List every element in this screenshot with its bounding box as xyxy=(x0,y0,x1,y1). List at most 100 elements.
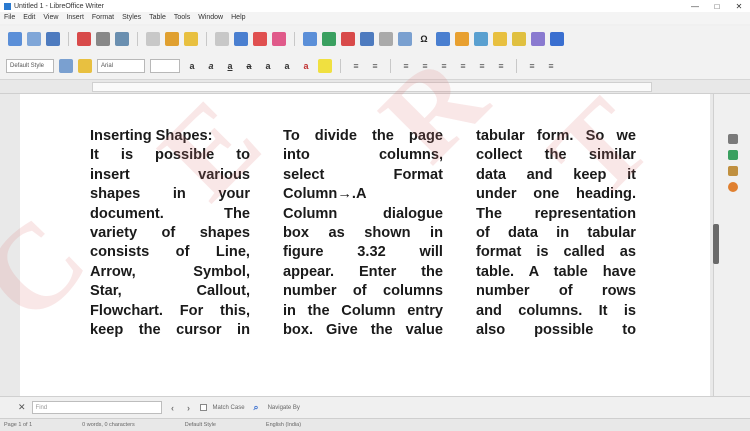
formatting-marks-icon[interactable] xyxy=(272,32,286,46)
window-title: Untitled 1 - LibreOffice Writer xyxy=(14,2,104,10)
export-pdf-icon[interactable] xyxy=(77,32,91,46)
align-right-icon[interactable]: ≡ xyxy=(437,59,451,73)
align-left-icon[interactable]: ≡ xyxy=(399,59,413,73)
styles-icon[interactable] xyxy=(728,150,738,160)
find-next-icon[interactable]: › xyxy=(184,403,194,413)
find-replace-icon[interactable]: ⌕ xyxy=(251,402,262,413)
column-line: number of rows xyxy=(476,283,636,300)
new-document-icon[interactable] xyxy=(8,32,22,46)
word-count[interactable]: 0 words, 0 characters xyxy=(82,422,135,428)
column-line: select Format xyxy=(283,166,443,183)
new-style-icon[interactable] xyxy=(78,58,92,73)
language[interactable]: English (India) xyxy=(266,422,301,428)
comment-icon[interactable] xyxy=(474,32,488,46)
toolbar-separator xyxy=(137,32,138,46)
subscript-icon[interactable]: a xyxy=(280,59,294,73)
menu-edit[interactable]: Edit xyxy=(23,12,35,24)
basic-shapes-icon[interactable] xyxy=(531,32,545,46)
column-line: document. The xyxy=(90,205,250,222)
page-style[interactable]: Default Style xyxy=(185,422,216,428)
numbered-list-icon[interactable]: ≡ xyxy=(368,59,382,73)
font-color-icon[interactable]: a xyxy=(299,59,313,73)
insert-chart-icon[interactable] xyxy=(341,32,355,46)
column-line: box as shown in xyxy=(283,225,443,242)
document-page[interactable]: Inserting Shapes: It is possible to inse… xyxy=(20,94,710,396)
highlight-icon[interactable] xyxy=(318,58,332,73)
column-line: It is possible to xyxy=(90,147,250,164)
bold-icon[interactable]: a xyxy=(185,59,199,73)
clone-formatting-icon[interactable] xyxy=(184,32,198,46)
window-controls: — □ ✕ xyxy=(684,0,750,12)
spelling-icon[interactable] xyxy=(253,32,267,46)
horizontal-ruler[interactable] xyxy=(0,80,750,94)
insert-image-icon[interactable] xyxy=(322,32,336,46)
menu-insert[interactable]: Insert xyxy=(66,12,84,24)
properties-icon[interactable] xyxy=(728,134,738,144)
find-replace-icon[interactable] xyxy=(234,32,248,46)
paragraph-icon[interactable]: ≡ xyxy=(544,59,558,73)
menu-table[interactable]: Table xyxy=(149,12,166,24)
superscript-icon[interactable]: a xyxy=(261,59,275,73)
gallery-icon[interactable] xyxy=(728,166,738,176)
track-changes-icon[interactable] xyxy=(493,32,507,46)
page-count[interactable]: Page 1 of 1 xyxy=(4,422,32,428)
maximize-button[interactable]: □ xyxy=(706,0,728,12)
insert-textbox-icon[interactable] xyxy=(360,32,374,46)
italic-icon[interactable]: a xyxy=(204,59,218,73)
text-column-3: tabular form. So we collect the similar … xyxy=(476,127,636,340)
menu-window[interactable]: Window xyxy=(198,12,223,24)
toolbar-separator xyxy=(390,58,391,73)
paragraph-style-box[interactable]: Default Style xyxy=(6,58,54,73)
hyperlink-icon[interactable] xyxy=(436,32,450,46)
menu-help[interactable]: Help xyxy=(231,12,245,24)
indent-icon[interactable]: ≡ xyxy=(494,59,508,73)
justify-icon[interactable]: ≡ xyxy=(456,59,470,73)
match-case-label: Match Case xyxy=(212,404,245,411)
toolbar-separator xyxy=(294,32,295,46)
line-spacing-icon[interactable]: ≡ xyxy=(475,59,489,73)
bullet-list-icon[interactable]: ≡ xyxy=(349,59,363,73)
align-center-icon[interactable]: ≡ xyxy=(418,59,432,73)
strikethrough-icon[interactable]: a xyxy=(242,59,256,73)
cut-icon[interactable] xyxy=(146,32,160,46)
print-preview-icon[interactable] xyxy=(115,32,129,46)
undo-icon[interactable] xyxy=(215,32,229,46)
vertical-scrollbar-thumb[interactable] xyxy=(713,224,719,264)
column-line: Inserting Shapes: xyxy=(90,128,213,144)
navigate-by-label[interactable]: Navigate By xyxy=(268,405,300,411)
menu-format[interactable]: Format xyxy=(92,12,114,24)
column-line: format is called as xyxy=(476,244,636,261)
column-line: data and keep it xyxy=(476,166,636,183)
menu-view[interactable]: View xyxy=(43,12,58,24)
column-line: Column→.A xyxy=(283,186,367,203)
close-button[interactable]: ✕ xyxy=(728,0,750,12)
underline-icon[interactable]: a xyxy=(223,59,237,73)
font-name-box[interactable]: Arial xyxy=(97,58,145,73)
draw-functions-icon[interactable] xyxy=(550,32,564,46)
open-icon[interactable] xyxy=(27,32,41,46)
navigator-icon[interactable] xyxy=(728,182,738,192)
save-icon[interactable] xyxy=(46,32,60,46)
menu-file[interactable]: File xyxy=(4,12,15,24)
font-size-box[interactable] xyxy=(150,58,180,73)
insert-page-break-icon[interactable] xyxy=(379,32,393,46)
insert-field-icon[interactable] xyxy=(398,32,412,46)
update-style-icon[interactable] xyxy=(59,58,73,73)
column-line: The representation xyxy=(476,205,636,222)
special-character-icon[interactable]: Ω xyxy=(417,32,431,46)
print-icon[interactable] xyxy=(96,32,110,46)
menu-styles[interactable]: Styles xyxy=(122,12,141,24)
footnote-icon[interactable] xyxy=(455,32,469,46)
close-find-icon[interactable]: ✕ xyxy=(18,402,26,413)
paste-icon[interactable] xyxy=(165,32,179,46)
column-line: number of columns xyxy=(283,283,443,300)
column-line: into columns, xyxy=(283,147,443,164)
outdent-icon[interactable]: ≡ xyxy=(525,59,539,73)
insert-table-icon[interactable] xyxy=(303,32,317,46)
match-case-checkbox[interactable] xyxy=(199,404,207,411)
find-input[interactable]: Find xyxy=(31,401,162,414)
find-previous-icon[interactable]: ‹ xyxy=(168,403,178,413)
line-icon[interactable] xyxy=(512,32,526,46)
minimize-button[interactable]: — xyxy=(684,0,706,12)
menu-tools[interactable]: Tools xyxy=(174,12,190,24)
